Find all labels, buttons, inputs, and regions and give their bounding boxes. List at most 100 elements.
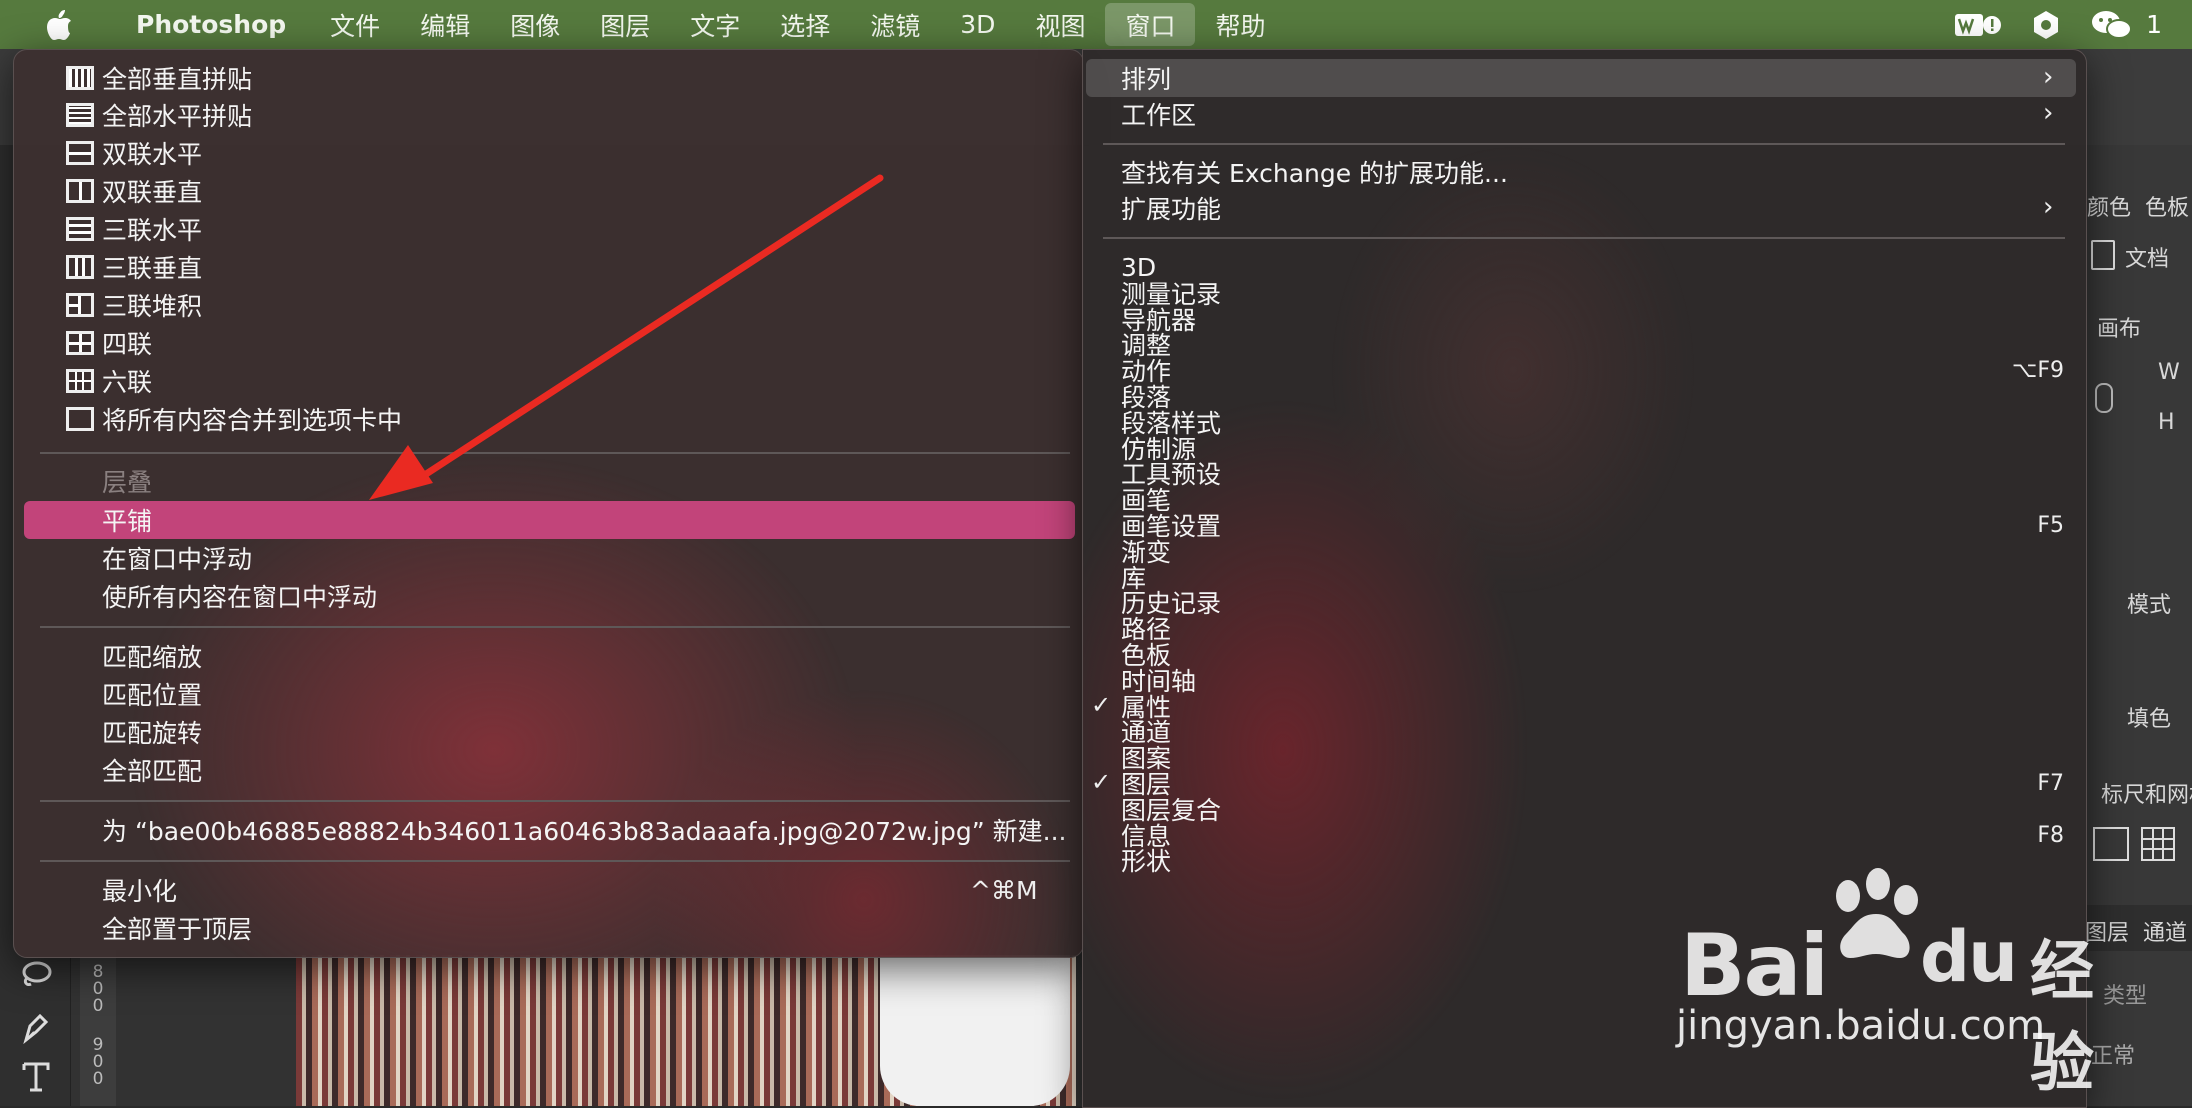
ruler-mark: 0: [92, 996, 104, 1016]
link-icon[interactable]: [2095, 383, 2113, 413]
menu-item-label: 三联水平: [102, 216, 203, 245]
mode-label: 模式: [2127, 593, 2172, 618]
menu-edit[interactable]: 编辑: [400, 3, 490, 46]
height-label: H: [2158, 410, 2175, 435]
menu-item-three-up-vertical[interactable]: 三联垂直: [66, 249, 202, 285]
menu-highlight: [1086, 59, 2076, 97]
six-up-icon: [66, 369, 94, 393]
submenu-chevron-icon: ›: [2043, 98, 2054, 128]
blend-mode-select[interactable]: 正常: [2091, 1038, 2135, 1070]
menu-item-label: 将所有内容合并到选项卡中: [102, 406, 403, 435]
menu-file[interactable]: 文件: [310, 3, 400, 46]
menu-item-label: 双联垂直: [102, 178, 203, 207]
menu-item-minimize[interactable]: 最小化: [102, 872, 177, 908]
menu-image[interactable]: 图像: [490, 3, 580, 46]
menu-shortcut: F8: [2037, 823, 2064, 848]
tile-all-horizontal-icon: [66, 103, 94, 127]
menu-separator: [1103, 143, 2065, 145]
vertical-ruler: 8 0 0 9 0 0: [80, 950, 116, 1106]
menu-item-bring-all-to-front[interactable]: 全部置于顶层: [102, 910, 252, 946]
menu-select[interactable]: 选择: [760, 3, 850, 46]
panel-tab-swatches[interactable]: 色板: [2145, 190, 2189, 222]
panel-tab-color[interactable]: 颜色: [2087, 190, 2131, 222]
baidu-watermark: Bai du 经验 jingyan.baidu.com: [1676, 868, 2094, 1101]
wechat-status-icon[interactable]: 1: [2090, 9, 2162, 41]
ruler-toggle-icon[interactable]: [2093, 827, 2129, 861]
document-icon: [2091, 240, 2115, 270]
menu-filter[interactable]: 滤镜: [850, 3, 940, 46]
fill-label: 填色: [2127, 707, 2172, 732]
three-up-horizontal-icon: [66, 217, 94, 241]
checkmark-icon: ✓: [1091, 768, 1112, 796]
arrange-submenu: 全部垂直拼贴 全部水平拼贴 双联水平 双联垂直 三联水平 三联垂直 三联堆积 四…: [13, 49, 1084, 958]
menu-item-label: 全部垂直拼贴: [102, 65, 253, 94]
menu-window[interactable]: 窗口: [1105, 3, 1196, 46]
notes-status-icon[interactable]: [2032, 9, 2060, 41]
menu-shortcut: F7: [2037, 771, 2064, 796]
menu-highlight: [24, 501, 1075, 539]
menu-item-three-up-stacked[interactable]: 三联堆积: [66, 287, 202, 323]
menu-item-new-window[interactable]: 为 “bae00b46885e88824b346011a60463b83adaa…: [102, 812, 1066, 848]
watermark-url: jingyan.baidu.com: [1676, 1003, 2046, 1049]
menu-item-extensions[interactable]: 扩展功能: [1121, 190, 1221, 226]
minimize-shortcut: ^⌘M: [970, 876, 1038, 905]
menu-bar: Photoshop 文件 编辑 图像 图层 文字 选择 滤镜 3D 视图 窗口 …: [0, 0, 2192, 49]
ruler-mark: 0: [92, 1069, 104, 1089]
menu-item-tile-all-horizontal[interactable]: 全部水平拼贴: [66, 97, 252, 133]
menu-separator: [40, 626, 1070, 628]
menu-item-workspace[interactable]: 工作区: [1121, 96, 1196, 132]
menu-item-match-all[interactable]: 全部匹配: [102, 752, 202, 788]
menu-help[interactable]: 帮助: [1195, 3, 1285, 46]
menu-separator: [40, 860, 1070, 862]
menu-item-tile[interactable]: 平铺: [102, 502, 152, 538]
menu-item-tile-all-vertical[interactable]: 全部垂直拼贴: [66, 60, 252, 96]
menu-shortcut: ⌥F9: [2011, 358, 2064, 383]
menu-type[interactable]: 文字: [670, 3, 760, 46]
menu-layer[interactable]: 图层: [580, 3, 670, 46]
baidu-paw-icon: [1836, 868, 1918, 958]
menu-separator: [1103, 237, 2065, 239]
menu-item-float-in-window[interactable]: 在窗口中浮动: [102, 540, 252, 576]
menu-separator: [40, 452, 1070, 454]
menu-item-consolidate-tabs[interactable]: 将所有内容合并到选项卡中: [66, 401, 402, 437]
menu-item-label: 四联: [102, 330, 153, 359]
menu-item-find-exchange[interactable]: 查找有关 Exchange 的扩展功能...: [1121, 154, 1508, 190]
menu-item-label: 三联垂直: [102, 254, 203, 283]
two-up-vertical-icon: [66, 179, 94, 203]
wechat-badge-count: 1: [2146, 10, 2162, 39]
menu-item-two-up-horizontal[interactable]: 双联水平: [66, 135, 202, 171]
menu-item-float-all-in-windows[interactable]: 使所有内容在窗口中浮动: [102, 578, 377, 614]
menu-app-photoshop[interactable]: Photoshop: [116, 3, 310, 46]
menu-item-three-up-horizontal[interactable]: 三联水平: [66, 211, 202, 247]
menu-item-match-zoom[interactable]: 匹配缩放: [102, 638, 202, 674]
pen-tool-icon[interactable]: [16, 1007, 56, 1047]
menu-item-label: 三联堆积: [102, 292, 203, 321]
menu-shortcut: F5: [2037, 513, 2064, 538]
three-up-vertical-icon: [66, 255, 94, 279]
type-tool-icon[interactable]: [16, 1057, 56, 1097]
menu-item-panel[interactable]: 形状: [1121, 842, 1171, 878]
menu-item-label: 六联: [102, 368, 153, 397]
apple-logo-icon[interactable]: [42, 8, 76, 42]
four-up-icon: [66, 331, 94, 355]
menu-separator: [40, 800, 1070, 802]
lasso-tool-icon[interactable]: [16, 955, 56, 995]
canvas-section-label: 画布: [2097, 317, 2142, 342]
menu-item-match-rotation[interactable]: 匹配旋转: [102, 714, 202, 750]
layer-search-input[interactable]: 类型: [2103, 978, 2147, 1010]
menu-item-six-up[interactable]: 六联: [66, 363, 152, 399]
menu-view[interactable]: 视图: [1015, 3, 1105, 46]
menu-item-four-up[interactable]: 四联: [66, 325, 152, 361]
submenu-chevron-icon: ›: [2043, 62, 2054, 92]
grid-toggle-icon[interactable]: [2141, 827, 2175, 861]
properties-doc-label: 文档: [2125, 247, 2170, 272]
menu-item-two-up-vertical[interactable]: 双联垂直: [66, 173, 202, 209]
wps-status-icon[interactable]: [1954, 11, 2002, 39]
panel-tab-channels[interactable]: 通道: [2143, 915, 2187, 947]
watermark-brand-du: du: [1920, 916, 2018, 998]
menu-item-arrange[interactable]: 排列: [1121, 60, 1171, 96]
submenu-chevron-icon: ›: [2043, 192, 2054, 222]
menu-item-match-location[interactable]: 匹配位置: [102, 676, 202, 712]
menu-3d[interactable]: 3D: [940, 3, 1015, 46]
menu-item-label: 全部水平拼贴: [102, 102, 253, 131]
